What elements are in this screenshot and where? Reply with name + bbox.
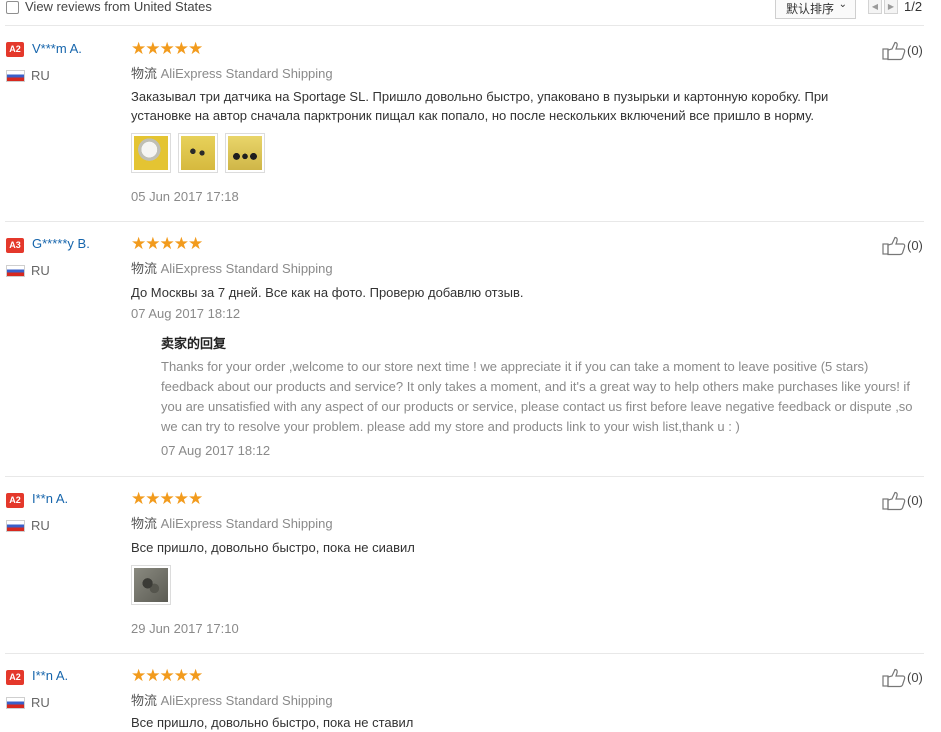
russia-flag-icon (6, 70, 25, 82)
reviewer-country: RU (31, 68, 50, 83)
helpful-button[interactable]: (0) (882, 236, 932, 256)
reviewer-name[interactable]: I**n A. (32, 668, 68, 683)
helpful-count: (0) (907, 670, 923, 685)
chevron-down-icon: ⌄ (838, 0, 847, 10)
reviews-toolbar: View reviews from United States 默认排序 ⌄ ◀… (0, 0, 941, 24)
buyer-level-badge: A2 (6, 670, 24, 685)
shipping-value: AliExpress Standard Shipping (160, 261, 333, 276)
page-indicator: 1/2 (904, 0, 923, 14)
reviewer-name[interactable]: V***m A. (32, 41, 82, 56)
star-rating: ★★★★★ (131, 666, 203, 685)
shipping-method: 物流 AliExpress Standard Shipping (131, 513, 333, 532)
sort-selected-value: 默认排序 (786, 2, 835, 16)
reviewer-country: RU (31, 695, 50, 710)
buyer-level-badge: A2 (6, 493, 24, 508)
helpful-count: (0) (907, 43, 923, 58)
helpful-button[interactable]: (0) (882, 41, 932, 61)
review-photo-thumb[interactable] (131, 565, 171, 605)
reviewer-country: RU (31, 263, 50, 278)
review-photo-thumb[interactable] (131, 133, 171, 173)
review-date: 29 Jun 2017 17:10 (131, 621, 239, 636)
shipping-method: 物流 AliExpress Standard Shipping (131, 690, 333, 709)
helpful-count: (0) (907, 493, 923, 508)
helpful-button[interactable]: (0) (882, 668, 932, 688)
next-page-button[interactable]: ▶ (884, 0, 898, 14)
shipping-method: 物流 AliExpress Standard Shipping (131, 258, 333, 277)
russia-flag-icon (6, 520, 25, 532)
helpful-button[interactable]: (0) (882, 491, 932, 511)
seller-reply-date: 07 Aug 2017 18:12 (161, 443, 271, 458)
review-photo-image (134, 136, 168, 170)
shipping-value: AliExpress Standard Shipping (160, 66, 333, 81)
arrow-left-icon: ◀ (871, 2, 879, 11)
review-photo-image (228, 136, 262, 170)
thumbs-up-icon (882, 491, 906, 511)
thumbs-up-icon (882, 236, 906, 256)
review-photo-thumb[interactable] (178, 133, 218, 173)
review-photo-thumb[interactable] (225, 133, 265, 173)
seller-reply-text: Thanks for your order ,welcome to our st… (161, 359, 913, 434)
buyer-level-badge: A2 (6, 42, 24, 57)
shipping-label: 物流 (131, 693, 158, 708)
review-photo-image (134, 568, 168, 602)
filter-us-checkbox[interactable] (6, 1, 19, 14)
prev-page-button[interactable]: ◀ (868, 0, 882, 14)
shipping-value: AliExpress Standard Shipping (160, 693, 333, 708)
review-photo-image (181, 136, 215, 170)
divider (5, 221, 924, 222)
reviewer-country: RU (31, 518, 50, 533)
filter-us-label[interactable]: View reviews from United States (25, 0, 212, 14)
shipping-label: 物流 (131, 66, 158, 81)
reviewer-name[interactable]: G*****y B. (32, 236, 90, 251)
divider (5, 25, 924, 26)
reviewer-name[interactable]: I**n A. (32, 491, 68, 506)
review-date: 07 Aug 2017 18:12 (131, 306, 241, 321)
russia-flag-icon (6, 265, 25, 277)
star-rating: ★★★★★ (131, 39, 203, 58)
review-text: Все пришло, довольно быстро, пока не ста… (131, 715, 414, 730)
russia-flag-icon (6, 697, 25, 709)
seller-reply-title: 卖家的回复 (161, 336, 227, 351)
review-text: Все пришло, довольно быстро, пока не сиа… (131, 540, 415, 555)
review-date: 05 Jun 2017 17:18 (131, 189, 239, 204)
divider (5, 653, 924, 654)
divider (5, 476, 924, 477)
shipping-label: 物流 (131, 516, 158, 531)
review-text: До Москвы за 7 дней. Все как на фото. Пр… (131, 285, 524, 300)
shipping-method: 物流 AliExpress Standard Shipping (131, 63, 333, 82)
star-rating: ★★★★★ (131, 234, 203, 253)
shipping-label: 物流 (131, 261, 158, 276)
buyer-level-badge: A3 (6, 238, 24, 253)
shipping-value: AliExpress Standard Shipping (160, 516, 333, 531)
sort-dropdown[interactable]: 默认排序 ⌄ (775, 0, 856, 19)
arrow-right-icon: ▶ (887, 2, 895, 11)
thumbs-up-icon (882, 41, 906, 61)
review-text: Заказывал три датчика на Sportage SL. Пр… (131, 89, 829, 123)
thumbs-up-icon (882, 668, 906, 688)
star-rating: ★★★★★ (131, 489, 203, 508)
helpful-count: (0) (907, 238, 923, 253)
